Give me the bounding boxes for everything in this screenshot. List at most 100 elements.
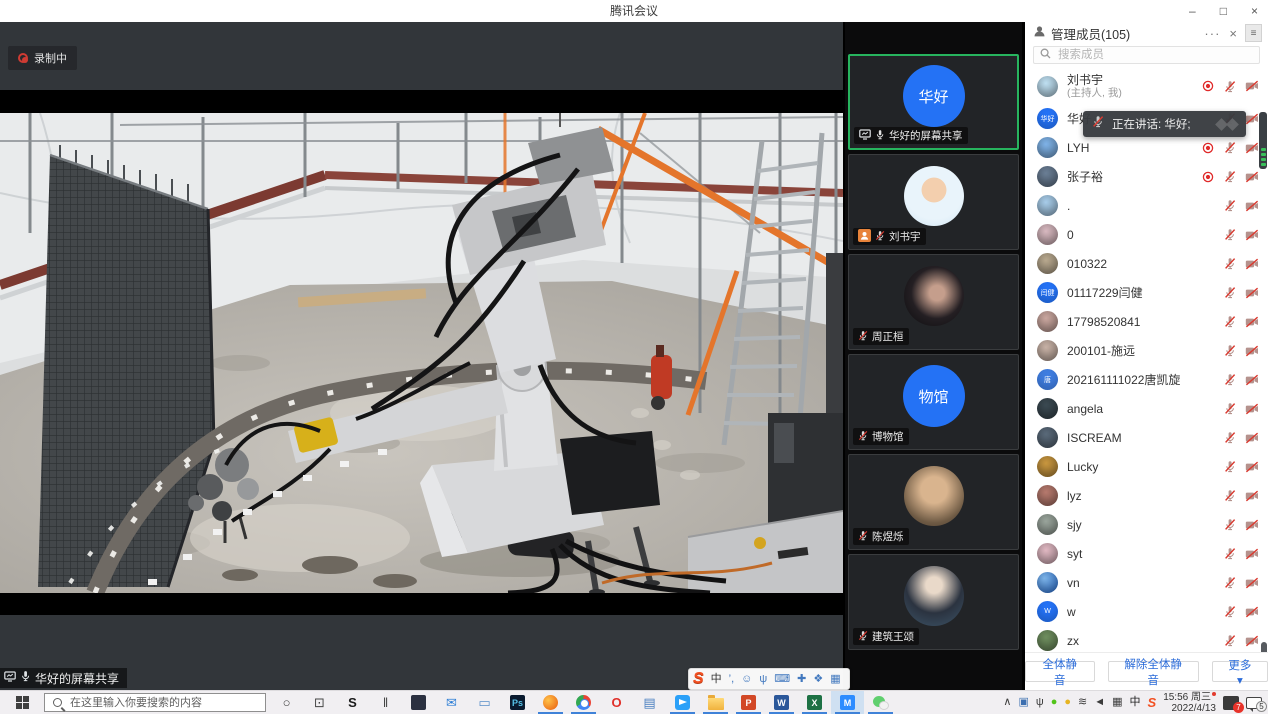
ime-emoji-icon[interactable]: ☺	[741, 669, 752, 689]
panel-more-button[interactable]: ···	[1204, 26, 1220, 41]
camera-off-icon[interactable]	[1245, 79, 1259, 93]
ime-tools-icon[interactable]: ✚	[797, 669, 806, 689]
taskbar-app-sogou-s[interactable]: S	[336, 691, 369, 714]
member-row[interactable]: 唐202161111022唐凯旋	[1025, 365, 1268, 394]
taskbar-app-wechat[interactable]	[864, 691, 897, 714]
video-thumbnail-5[interactable]: 陈煜烁	[848, 454, 1019, 550]
muted-mic-icon[interactable]	[1223, 286, 1237, 300]
taskbar-app-word[interactable]: W	[765, 691, 798, 714]
coin-tray-icon[interactable]: ●	[1064, 697, 1071, 708]
muted-mic-icon[interactable]	[1223, 547, 1237, 561]
panel-handle-button[interactable]: ≡	[1245, 24, 1262, 42]
ime-grid-icon[interactable]: ▦	[830, 669, 840, 689]
muted-mic-icon[interactable]	[1223, 170, 1237, 184]
member-row[interactable]: 010322	[1025, 249, 1268, 278]
member-row[interactable]: 刘书宇(主持人, 我)	[1025, 68, 1268, 104]
muted-mic-icon[interactable]	[1223, 257, 1237, 271]
member-row[interactable]: Lucky	[1025, 452, 1268, 481]
camera-off-icon[interactable]	[1245, 199, 1259, 213]
taskbar-app-app-dark[interactable]	[402, 691, 435, 714]
notification-icon[interactable]: 7	[1223, 696, 1239, 710]
microphone-tray-icon[interactable]: ψ	[1036, 697, 1044, 708]
camera-off-icon[interactable]	[1245, 373, 1259, 387]
taskbar-app-feishu[interactable]	[666, 691, 699, 714]
taskbar-app-file-explorer[interactable]	[699, 691, 732, 714]
camera-off-icon[interactable]	[1245, 634, 1259, 648]
muted-mic-icon[interactable]	[1223, 518, 1237, 532]
ime-indicator-icon[interactable]: ▦	[1112, 697, 1122, 708]
camera-off-icon[interactable]	[1245, 257, 1259, 271]
member-row[interactable]: sjy	[1025, 510, 1268, 539]
sogou-tray-icon[interactable]: S	[1148, 695, 1157, 710]
snip-tool-icon[interactable]: ▣	[1018, 697, 1028, 708]
member-row[interactable]: ISCREAM	[1025, 423, 1268, 452]
unmute-all-button[interactable]: 解除全体静音	[1108, 661, 1199, 682]
muted-mic-icon[interactable]	[1223, 315, 1237, 329]
taskbar-app-opera[interactable]: O	[600, 691, 633, 714]
taskbar-app-cortana[interactable]: ○	[270, 691, 303, 714]
taskbar-app-chrome[interactable]	[567, 691, 600, 714]
muted-mic-icon[interactable]	[1223, 431, 1237, 445]
camera-off-icon[interactable]	[1245, 431, 1259, 445]
panel-close-button[interactable]: ×	[1229, 26, 1237, 41]
start-button[interactable]	[0, 691, 44, 714]
minimize-button[interactable]: –	[1189, 0, 1196, 22]
sogou-logo-icon[interactable]: S	[693, 669, 704, 689]
ime-punctuation-icon[interactable]: ’,	[729, 669, 735, 689]
video-thumbnail-6[interactable]: 建筑王颂	[848, 554, 1019, 650]
member-row[interactable]: zx	[1025, 626, 1268, 652]
muted-mic-icon[interactable]	[1223, 489, 1237, 503]
camera-off-icon[interactable]	[1245, 547, 1259, 561]
taskbar-search-input[interactable]	[68, 696, 257, 710]
taskbar-clock[interactable]: 15:56 周三 2022/4/13	[1163, 692, 1216, 714]
camera-off-icon[interactable]	[1245, 489, 1259, 503]
muted-mic-icon[interactable]	[1223, 373, 1237, 387]
video-thumbnail-1[interactable]: 华好华好的屏幕共享	[848, 54, 1019, 150]
ime-skin-icon[interactable]: ❖	[813, 669, 823, 689]
member-list[interactable]: 刘书宇(主持人, 我)华好华好LYH张子裕.0010322闫健01117229闫…	[1025, 68, 1268, 652]
muted-mic-icon[interactable]	[1223, 460, 1237, 474]
muted-mic-icon[interactable]	[1223, 344, 1237, 358]
muted-mic-icon[interactable]	[1223, 634, 1237, 648]
camera-off-icon[interactable]	[1245, 605, 1259, 619]
more-button[interactable]: 更多 ▾	[1212, 661, 1268, 682]
camera-off-icon[interactable]	[1245, 518, 1259, 532]
taskbar-app-photoshop[interactable]: Ps	[501, 691, 534, 714]
member-row[interactable]: syt	[1025, 539, 1268, 568]
wifi-icon[interactable]: ≋	[1078, 697, 1087, 708]
ime-voice-icon[interactable]: ψ	[759, 669, 767, 689]
taskbar-search-box[interactable]	[44, 693, 266, 712]
member-row[interactable]: vn	[1025, 568, 1268, 597]
taskbar-app-pc-manager[interactable]: ▤	[633, 691, 666, 714]
ime-lang-icon[interactable]: 中	[711, 669, 722, 689]
taskbar-app-powerpoint[interactable]: P	[732, 691, 765, 714]
wechat-tray-icon[interactable]: ●	[1051, 697, 1058, 708]
member-search-input[interactable]	[1056, 48, 1253, 62]
mute-all-button[interactable]: 全体静音	[1025, 661, 1095, 682]
muted-mic-icon[interactable]	[1223, 576, 1237, 590]
camera-off-icon[interactable]	[1245, 460, 1259, 474]
taskbar-app-mail[interactable]: ✉	[435, 691, 468, 714]
lang-indicator-icon[interactable]: 中	[1130, 697, 1141, 708]
muted-mic-icon[interactable]	[1223, 199, 1237, 213]
video-thumbnail-4[interactable]: 物馆博物馆	[848, 354, 1019, 450]
member-row[interactable]: Ww	[1025, 597, 1268, 626]
member-row[interactable]: lyz	[1025, 481, 1268, 510]
muted-mic-icon[interactable]	[1223, 141, 1237, 155]
video-thumbnail-2[interactable]: 刘书宇	[848, 154, 1019, 250]
member-search-box[interactable]	[1033, 46, 1260, 64]
video-thumbnail-3[interactable]: 周正桓	[848, 254, 1019, 350]
taskbar-app-app-bars[interactable]: ‖	[369, 691, 402, 714]
restore-button[interactable]: □	[1220, 0, 1227, 22]
camera-off-icon[interactable]	[1245, 112, 1259, 126]
camera-off-icon[interactable]	[1245, 315, 1259, 329]
member-row[interactable]: 张子裕	[1025, 162, 1268, 191]
ime-keyboard-icon[interactable]: ⌨	[774, 669, 790, 689]
taskbar-app-excel[interactable]: X	[798, 691, 831, 714]
member-row[interactable]: angela	[1025, 394, 1268, 423]
member-row[interactable]: 17798520841	[1025, 307, 1268, 336]
camera-off-icon[interactable]	[1245, 170, 1259, 184]
taskbar-app-task-view[interactable]: ⊡	[303, 691, 336, 714]
hidden-icons-icon[interactable]: ∧	[1003, 697, 1011, 708]
camera-off-icon[interactable]	[1245, 286, 1259, 300]
